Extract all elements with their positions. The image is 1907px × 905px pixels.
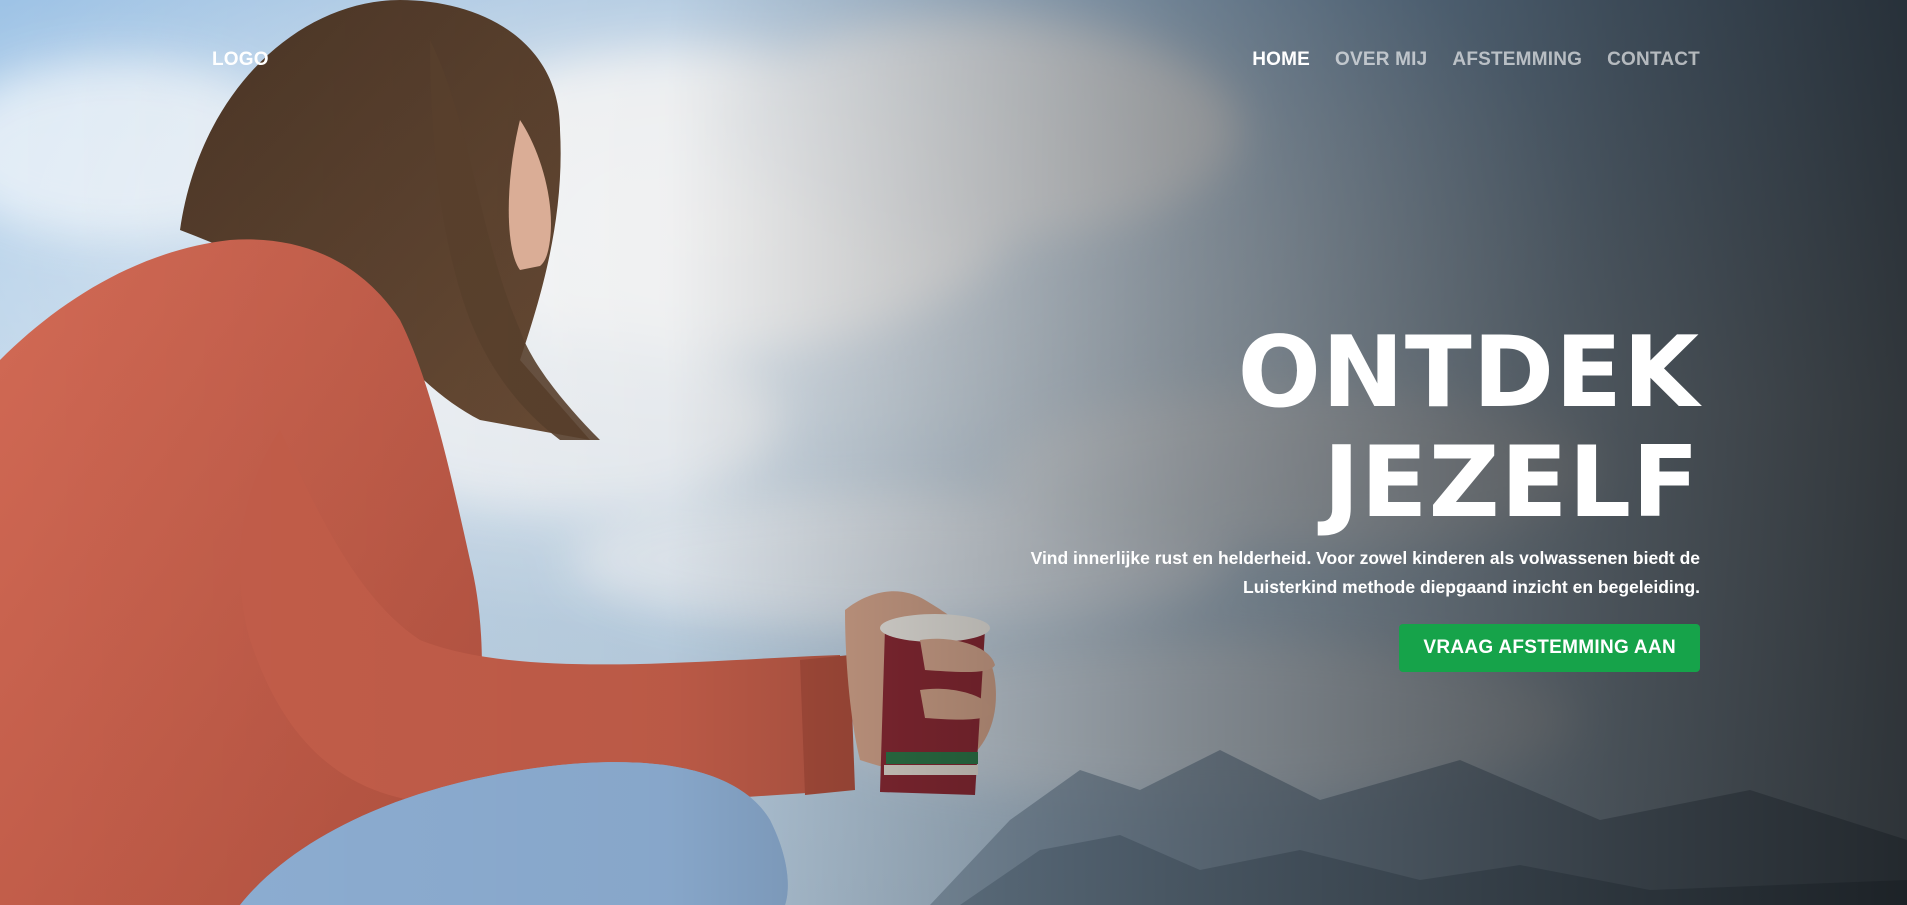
logo-link[interactable]: LOGO <box>212 49 269 71</box>
nav-item-over-mij: OVER MIJ <box>1335 49 1427 71</box>
nav-link-contact[interactable]: CONTACT <box>1607 49 1700 70</box>
nav-link-over-mij[interactable]: OVER MIJ <box>1335 49 1427 70</box>
hero-title: ONTDEK JEZELF <box>1237 316 1700 540</box>
hero-section: LOGO HOME OVER MIJ AFSTEMMING CONTACT ON… <box>0 0 1907 905</box>
nav-item-afstemming: AFSTEMMING <box>1452 49 1582 71</box>
nav-item-home: HOME <box>1252 49 1310 71</box>
hero-content: ONTDEK JEZELF Vind innerlijke rust en he… <box>840 318 1700 672</box>
nav-item-contact: CONTACT <box>1607 49 1700 71</box>
request-attunement-button[interactable]: VRAAG AFSTEMMING AAN <box>1399 624 1700 672</box>
main-navigation: HOME OVER MIJ AFSTEMMING CONTACT <box>1252 49 1700 71</box>
nav-link-afstemming[interactable]: AFSTEMMING <box>1452 49 1582 70</box>
nav-link-home[interactable]: HOME <box>1252 49 1310 70</box>
hero-subtitle: Vind innerlijke rust en helderheid. Voor… <box>1030 548 1700 597</box>
